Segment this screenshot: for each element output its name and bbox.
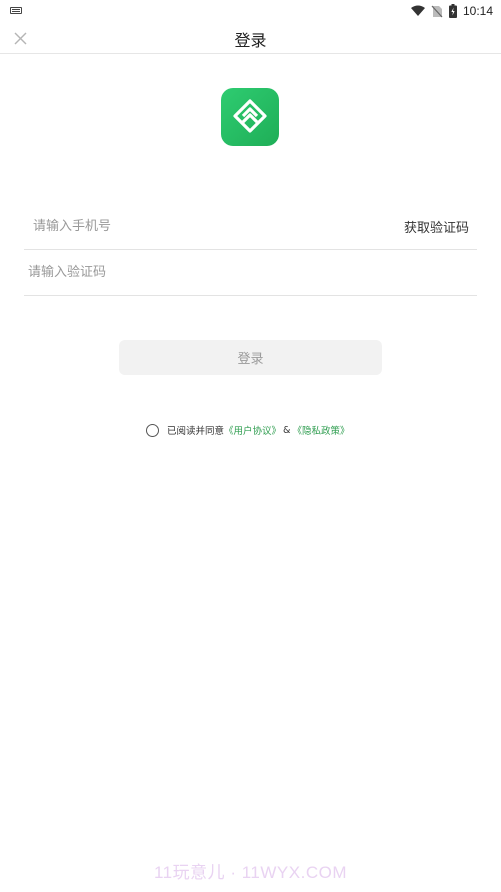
app-logo-icon <box>233 99 267 133</box>
nav-bar: 登录 <box>0 22 501 54</box>
code-field-row <box>24 250 477 296</box>
agreement-amp: & <box>283 424 291 436</box>
phone-input[interactable] <box>33 204 373 249</box>
page-title: 登录 <box>234 31 267 50</box>
agree-radio[interactable] <box>146 423 159 437</box>
status-icons: 10:14 <box>410 2 493 20</box>
battery-charging-icon <box>448 4 457 18</box>
status-time: 10:14 <box>462 4 493 18</box>
phone-field-row: 获取验证码 <box>24 204 477 250</box>
app-logo <box>221 88 279 146</box>
login-button[interactable]: 登录 <box>119 340 382 375</box>
user-agreement-link[interactable]: 《用户协议》 <box>224 423 281 437</box>
get-code-button[interactable]: 获取验证码 <box>404 217 469 236</box>
no-sim-icon <box>431 5 443 17</box>
watermark: 11玩意儿 · 11WYX.COM <box>153 863 347 882</box>
keyboard-icon <box>10 7 22 14</box>
wifi-icon <box>410 5 425 16</box>
verification-code-input[interactable] <box>28 250 448 295</box>
agreement-row: 已阅读并同意 《用户协议》 & 《隐私政策》 <box>146 421 349 439</box>
status-bar: 10:14 <box>0 0 501 22</box>
privacy-policy-link[interactable]: 《隐私政策》 <box>292 423 349 437</box>
agreement-prefix: 已阅读并同意 <box>167 426 225 437</box>
